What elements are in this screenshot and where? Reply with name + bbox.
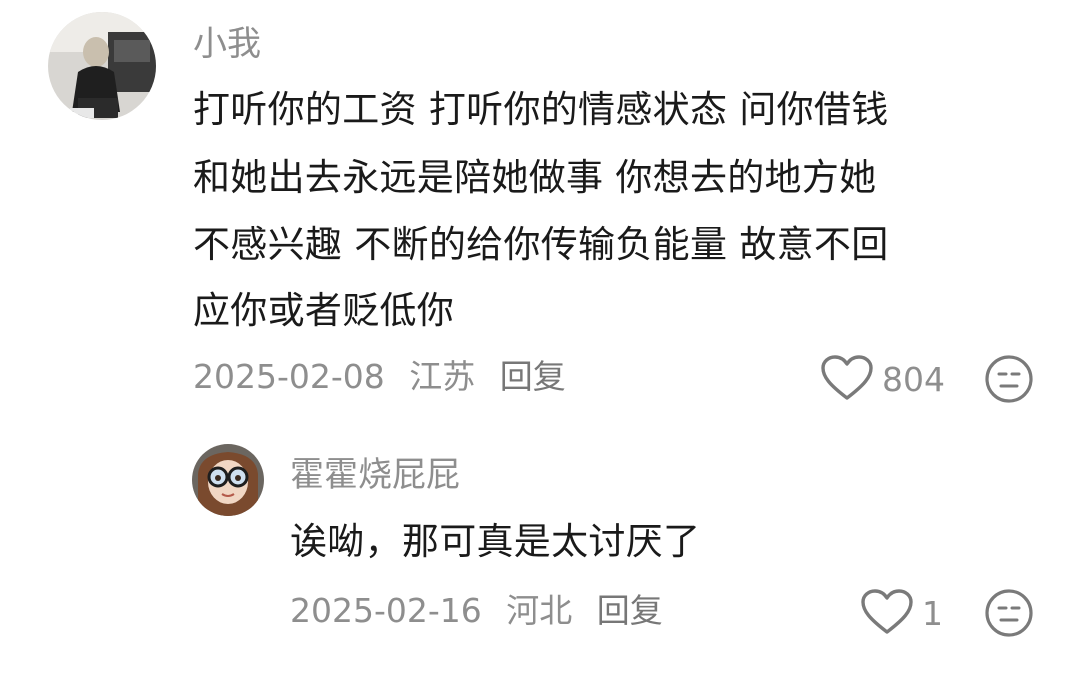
comment-location: 江苏 — [409, 357, 476, 396]
like-count: 1 — [922, 594, 943, 633]
reply-button[interactable]: 回复 — [500, 357, 566, 396]
comment-text-line: 打听你的工资 打听你的情感状态 问你借钱 — [193, 88, 889, 131]
comment-username[interactable]: 小我 — [193, 24, 261, 64]
avatar-photo — [192, 444, 264, 516]
avatar[interactable] — [48, 12, 156, 120]
reply-username[interactable]: 霍霍烧屁屁 — [290, 455, 460, 495]
meh-face-icon — [985, 355, 1033, 403]
heart-outline-icon — [860, 588, 914, 640]
avatar[interactable] — [192, 444, 264, 516]
comment-text-line: 应你或者贬低你 — [193, 289, 455, 332]
reply-location: 河北 — [506, 591, 573, 630]
avatar-photo — [48, 12, 156, 120]
reply-date: 2025-02-16 — [290, 591, 482, 630]
comment-text-line: 不感兴趣 不断的给你传输负能量 故意不回 — [193, 223, 889, 266]
comment-date: 2025-02-08 — [193, 357, 385, 396]
reply-button[interactable]: 回复 — [597, 591, 663, 630]
reply-meta: 2025-02-16 河北 回复 — [290, 591, 677, 631]
like-button[interactable]: 804 — [820, 354, 945, 406]
comment-text-line: 和她出去永远是陪她做事 你想去的地方她 — [193, 156, 877, 199]
like-count: 804 — [882, 360, 945, 399]
heart-outline-icon — [820, 354, 874, 406]
reply-text: 诶呦，那可真是太讨厌了 — [290, 520, 701, 563]
dislike-button[interactable] — [983, 353, 1035, 409]
like-button[interactable]: 1 — [860, 588, 943, 640]
dislike-button[interactable] — [983, 587, 1035, 643]
comment-meta: 2025-02-08 江苏 回复 — [193, 357, 580, 397]
meh-face-icon — [985, 589, 1033, 637]
